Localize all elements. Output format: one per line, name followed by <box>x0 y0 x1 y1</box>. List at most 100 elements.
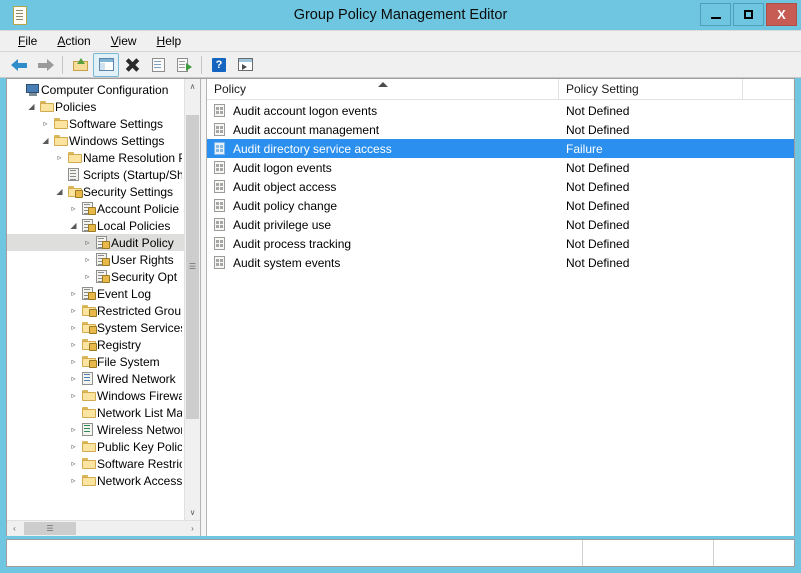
tree-item[interactable]: ▹ Account Policie <box>7 200 184 217</box>
tree-item[interactable]: ▹ System Services <box>7 319 184 336</box>
menu-file[interactable]: File <box>8 32 47 50</box>
close-button[interactable]: X <box>766 3 797 26</box>
expand-triangle-icon[interactable]: ▹ <box>67 442 80 451</box>
cell-policy: Audit policy change <box>207 198 559 213</box>
pane-splitter[interactable] <box>200 79 207 536</box>
console-tree[interactable]: Computer Configuration ◢ Policies ▹ Software… <box>7 79 184 520</box>
tree-item-icon-slot <box>66 168 83 181</box>
tree-item[interactable]: ◢ Security Settings <box>7 183 184 200</box>
scroll-right-arrow-icon[interactable]: › <box>185 521 200 536</box>
tree-horizontal-scrollbar[interactable]: ‹ ☰ › <box>7 520 200 536</box>
expand-triangle-icon[interactable]: ▹ <box>67 323 80 332</box>
expand-triangle-icon[interactable]: ▹ <box>81 272 94 281</box>
expand-triangle-icon[interactable]: ▹ <box>67 357 80 366</box>
policy-node-icon <box>96 253 110 266</box>
menu-action[interactable]: Action <box>47 32 100 50</box>
tree-item-icon-slot <box>80 441 97 452</box>
folder-icon <box>39 101 54 112</box>
column-header-policy[interactable]: Policy <box>207 79 559 99</box>
column-header-extra[interactable] <box>743 79 794 99</box>
expand-triangle-icon[interactable]: ▹ <box>67 459 80 468</box>
export-list-icon[interactable] <box>171 53 197 77</box>
tree-item[interactable]: ▹ Registry <box>7 336 184 353</box>
tree-item-icon-slot <box>80 322 97 334</box>
tree-item[interactable]: ▹ Public Key Polic <box>7 438 184 455</box>
cell-policy: Audit directory service access <box>207 141 559 156</box>
minimize-button[interactable] <box>700 3 731 26</box>
delete-icon[interactable] <box>119 53 145 77</box>
expand-triangle-icon[interactable]: ▹ <box>81 238 94 247</box>
collapse-triangle-icon[interactable]: ◢ <box>53 187 66 196</box>
tree-hscroll-thumb[interactable]: ☰ <box>24 522 76 535</box>
expand-triangle-icon[interactable]: ▹ <box>67 289 80 298</box>
expand-triangle-icon[interactable]: ▹ <box>53 153 66 162</box>
tree-item[interactable]: ▹ Event Log <box>7 285 184 302</box>
policy-list[interactable]: Audit account logon events Not Defined Aud… <box>207 100 794 536</box>
table-row[interactable]: Audit object access Not Defined <box>207 177 794 196</box>
tree-item[interactable]: ▹ Network Access <box>7 472 184 489</box>
tree-item[interactable]: ▹ Security Opt <box>7 268 184 285</box>
tree-vscroll-thumb[interactable]: ☰ <box>186 114 199 419</box>
maximize-button[interactable] <box>733 3 764 26</box>
scroll-up-arrow-icon[interactable]: ∧ <box>185 79 200 94</box>
tree-item[interactable]: Computer Configuration <box>7 81 184 98</box>
expand-triangle-icon[interactable]: ▹ <box>67 340 80 349</box>
tree-hscroll-track[interactable]: ☰ <box>22 521 185 536</box>
tree-item[interactable]: ▹ Wired Network <box>7 370 184 387</box>
table-row[interactable]: Audit process tracking Not Defined <box>207 234 794 253</box>
policy-name-label: Audit privilege use <box>233 217 332 232</box>
forward-arrow-icon[interactable] <box>32 53 58 77</box>
expand-triangle-icon[interactable]: ▹ <box>67 306 80 315</box>
menu-view[interactable]: View <box>101 32 147 50</box>
tree-item-icon-slot <box>80 407 97 418</box>
table-row[interactable]: Audit logon events Not Defined <box>207 158 794 177</box>
tree-item[interactable]: ▹ Audit Policy <box>7 234 184 251</box>
expand-triangle-icon[interactable]: ▹ <box>67 476 80 485</box>
tree-item[interactable]: Network List Ma <box>7 404 184 421</box>
expand-triangle-icon[interactable]: ▹ <box>67 391 80 400</box>
tree-item[interactable]: ◢ Local Policies <box>7 217 184 234</box>
table-row[interactable]: Audit privilege use Not Defined <box>207 215 794 234</box>
menu-help[interactable]: Help <box>147 32 192 50</box>
tree-item[interactable]: Scripts (Startup/Shu <box>7 166 184 183</box>
properties-icon[interactable] <box>145 53 171 77</box>
expand-triangle-icon[interactable]: ▹ <box>81 255 94 264</box>
show-hide-tree-icon[interactable] <box>93 52 119 77</box>
help-icon[interactable]: ? <box>206 53 232 77</box>
collapse-triangle-icon[interactable]: ◢ <box>67 221 80 230</box>
tree-item[interactable]: ▹ Wireless Networ <box>7 421 184 438</box>
scroll-left-arrow-icon[interactable]: ‹ <box>7 521 22 536</box>
tree-vscroll-track[interactable]: ☰ <box>185 94 200 505</box>
table-row[interactable]: Audit directory service access Failure <box>207 139 794 158</box>
tree-vertical-scrollbar[interactable]: ∧ ☰ ∨ <box>184 79 200 520</box>
policy-node-icon <box>82 202 96 215</box>
collapse-triangle-icon[interactable]: ◢ <box>25 102 38 111</box>
tree-item-label: User Rights <box>111 252 174 267</box>
column-header-policy-setting[interactable]: Policy Setting <box>559 79 743 99</box>
expand-triangle-icon[interactable]: ▹ <box>67 425 80 434</box>
back-arrow-icon[interactable] <box>6 53 32 77</box>
tree-item[interactable]: ◢ Policies <box>7 98 184 115</box>
up-one-level-icon[interactable] <box>67 53 93 77</box>
tree-item[interactable]: ▹ File System <box>7 353 184 370</box>
tree-item[interactable]: ▹ Name Resolution P <box>7 149 184 166</box>
expand-triangle-icon[interactable]: ▹ <box>67 204 80 213</box>
expand-triangle-icon[interactable]: ▹ <box>67 374 80 383</box>
tree-item[interactable]: ▹ Windows Firewa <box>7 387 184 404</box>
folder-lock-icon <box>81 356 97 368</box>
tree-item[interactable]: ▹ Software Restric <box>7 455 184 472</box>
expand-triangle-icon[interactable]: ▹ <box>39 119 52 128</box>
collapse-triangle-icon[interactable]: ◢ <box>39 136 52 145</box>
table-row[interactable]: Audit policy change Not Defined <box>207 196 794 215</box>
tree-item[interactable]: ▹ Restricted Grou <box>7 302 184 319</box>
tree-item[interactable]: ◢ Windows Settings <box>7 132 184 149</box>
scroll-down-arrow-icon[interactable]: ∨ <box>185 505 200 520</box>
table-row[interactable]: Audit account management Not Defined <box>207 120 794 139</box>
tree-item[interactable]: ▹ User Rights <box>7 251 184 268</box>
show-action-pane-icon[interactable] <box>232 53 258 77</box>
tree-item[interactable]: ▹ Software Settings <box>7 115 184 132</box>
table-row[interactable]: Audit system events Not Defined <box>207 253 794 272</box>
tree-item-label: File System <box>97 354 160 369</box>
tree-item-label: Security Opt <box>111 269 178 284</box>
table-row[interactable]: Audit account logon events Not Defined <box>207 101 794 120</box>
